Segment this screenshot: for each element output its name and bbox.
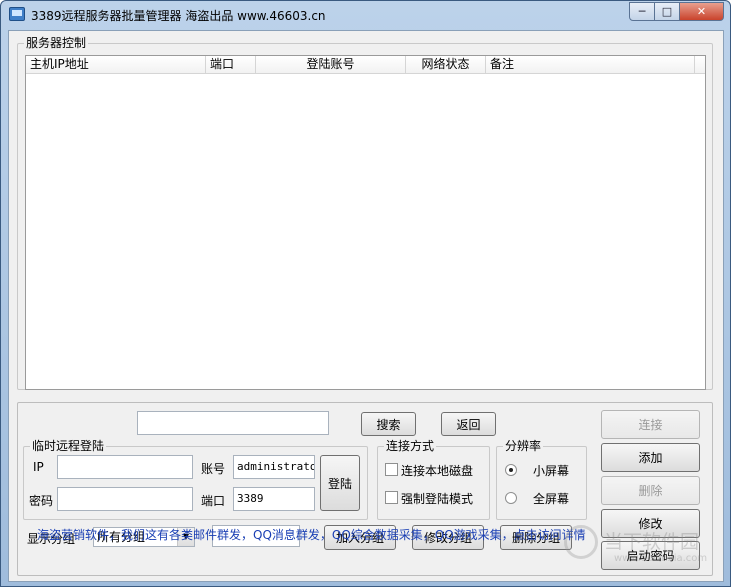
column-port[interactable]: 端口 xyxy=(206,56,256,74)
app-window: 3389远程服务器批量管理器 海盗出品 www.46603.cn ─ □ ✕ 服… xyxy=(0,0,731,587)
close-button[interactable]: ✕ xyxy=(680,2,724,21)
full-screen-label: 全屏幕 xyxy=(533,492,570,506)
ip-label: IP xyxy=(33,460,44,474)
server-list[interactable]: 主机IP地址 端口 登陆账号 网络状态 备注 xyxy=(25,55,706,390)
force-login-checkbox[interactable] xyxy=(385,491,398,504)
server-list-header: 主机IP地址 端口 登陆账号 网络状态 备注 xyxy=(26,56,705,74)
server-control-title: 服务器控制 xyxy=(24,36,89,50)
start-password-button[interactable]: 启动密码 xyxy=(601,541,700,570)
title-bar[interactable]: 3389远程服务器批量管理器 海盗出品 www.46603.cn ─ □ ✕ xyxy=(1,1,730,29)
footer-ad-link[interactable]: 海盗营销软件，我们这有各类邮件群发，QQ消息群发，QQ综合数据采集，QQ游戏采集… xyxy=(37,526,586,543)
port-input[interactable]: 3389 xyxy=(233,487,315,511)
connect-mode-title: 连接方式 xyxy=(384,439,437,453)
small-screen-label: 小屏幕 xyxy=(533,464,570,478)
resolution-group: 分辨率 xyxy=(496,439,587,520)
maximize-button[interactable]: □ xyxy=(655,2,680,21)
back-button[interactable]: 返回 xyxy=(441,412,496,436)
ip-input[interactable] xyxy=(57,455,193,479)
minimize-button[interactable]: ─ xyxy=(629,2,655,21)
login-button[interactable]: 登陆 xyxy=(320,455,360,511)
search-input[interactable] xyxy=(137,411,329,435)
column-login-account[interactable]: 登陆账号 xyxy=(256,56,406,74)
force-login-label: 强制登陆模式 xyxy=(401,492,474,506)
app-icon xyxy=(9,7,25,21)
resolution-title: 分辨率 xyxy=(503,439,544,453)
local-disk-checkbox[interactable] xyxy=(385,463,398,476)
edit-button[interactable]: 修改 xyxy=(601,509,700,538)
full-screen-radio[interactable] xyxy=(505,492,517,504)
add-button[interactable]: 添加 xyxy=(601,443,700,472)
port-label: 端口 xyxy=(201,494,226,508)
window-title: 3389远程服务器批量管理器 海盗出品 www.46603.cn xyxy=(31,9,326,23)
client-area: 服务器控制 主机IP地址 端口 登陆账号 网络状态 备注 搜索 返回 临时远程登… xyxy=(8,30,724,582)
column-network-status[interactable]: 网络状态 xyxy=(406,56,486,74)
password-input[interactable] xyxy=(57,487,193,511)
password-label: 密码 xyxy=(29,494,54,508)
search-button[interactable]: 搜索 xyxy=(361,412,416,436)
connect-mode-group: 连接方式 xyxy=(377,439,490,520)
delete-button[interactable]: 删除 xyxy=(601,476,700,505)
local-disk-label: 连接本地磁盘 xyxy=(401,464,474,478)
caption-buttons: ─ □ ✕ xyxy=(629,2,724,21)
temp-login-title: 临时远程登陆 xyxy=(30,439,107,453)
connect-button[interactable]: 连接 xyxy=(601,410,700,439)
column-remark[interactable]: 备注 xyxy=(486,56,695,74)
account-input[interactable]: administrator xyxy=(233,455,315,479)
account-label: 账号 xyxy=(201,462,226,476)
small-screen-radio[interactable] xyxy=(505,464,517,476)
column-host-ip[interactable]: 主机IP地址 xyxy=(26,56,206,74)
